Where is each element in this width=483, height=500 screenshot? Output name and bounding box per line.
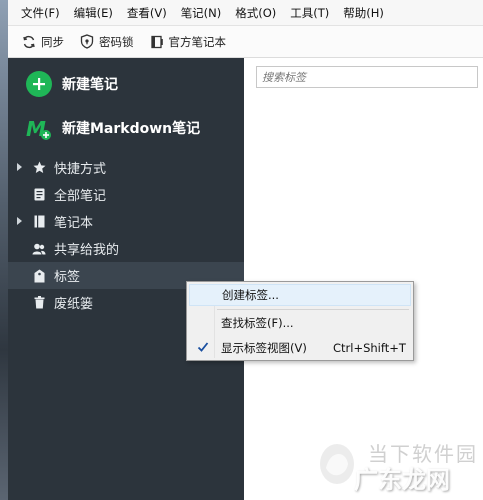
sidebar-item-label: 废纸篓 [54, 297, 94, 312]
official-notebook-button[interactable]: 官方笔记本 [144, 30, 233, 54]
notebook-icon [32, 215, 46, 229]
menu-view[interactable]: 查看(V) [120, 2, 174, 24]
notebook-icon [150, 35, 163, 48]
watermark-logo-icon [320, 444, 354, 484]
password-lock-label: 密码锁 [99, 34, 134, 49]
sidebar-item-label: 共享给我的 [54, 243, 120, 258]
context-menu-item-show-tag-view[interactable]: 显示标签视图(V) Ctrl+Shift+T [189, 337, 411, 359]
sync-label: 同步 [41, 34, 64, 49]
sidebar-item-shared[interactable]: 共享给我的 [8, 235, 244, 262]
menu-item-label: 查找标签(F)... [221, 316, 294, 330]
star-icon [32, 161, 46, 175]
app-window: 文件(F) 编辑(E) 查看(V) 笔记(N) 格式(O) 工具(T) 帮助(H… [8, 0, 483, 500]
password-lock-button[interactable]: 密码锁 [74, 30, 140, 54]
watermark: 当下软件园 广东龙网 [310, 436, 483, 496]
markdown-icon: M [26, 115, 52, 141]
note-icon [32, 188, 46, 202]
menu-bar: 文件(F) 编辑(E) 查看(V) 笔记(N) 格式(O) 工具(T) 帮助(H… [8, 0, 483, 26]
official-notebook-label: 官方笔记本 [168, 34, 227, 49]
people-icon [32, 242, 46, 256]
context-menu-item-create-tag[interactable]: 创建标签... [189, 284, 411, 306]
menu-separator [217, 309, 409, 310]
sidebar: 新建笔记 M 新建Markdown笔记 快捷方式 全部笔记 笔记本 共享给我的 … [8, 58, 244, 500]
expand-arrow-icon[interactable] [17, 217, 22, 225]
menu-item-shortcut: Ctrl+Shift+T [333, 341, 406, 355]
desktop-background [0, 0, 8, 500]
sidebar-item-shortcuts[interactable]: 快捷方式 [8, 154, 244, 181]
sync-button[interactable]: 同步 [16, 30, 70, 54]
trash-icon [32, 296, 46, 310]
menu-file[interactable]: 文件(F) [14, 2, 67, 24]
context-menu: 创建标签... 查找标签(F)... 显示标签视图(V) Ctrl+Shift+… [186, 281, 414, 361]
menu-tools[interactable]: 工具(T) [283, 2, 336, 24]
sidebar-item-label: 快捷方式 [54, 162, 107, 177]
new-markdown-button[interactable]: M 新建Markdown笔记 [26, 114, 200, 142]
shield-lock-icon [80, 34, 94, 49]
tag-search-input[interactable] [256, 66, 478, 88]
checkmark-icon [197, 342, 209, 352]
sidebar-item-notebooks[interactable]: 笔记本 [8, 208, 244, 235]
toolbar: 同步 密码锁 官方笔记本 [8, 26, 483, 58]
new-note-button[interactable]: 新建笔记 [26, 70, 118, 98]
tag-icon [32, 269, 46, 283]
new-note-label: 新建笔记 [62, 77, 118, 93]
sync-icon [23, 35, 35, 48]
expand-arrow-icon[interactable] [17, 163, 22, 171]
menu-help[interactable]: 帮助(H) [336, 2, 391, 24]
sidebar-item-label: 全部笔记 [54, 189, 107, 204]
menu-note[interactable]: 笔记(N) [174, 2, 229, 24]
watermark-bottom-text: 广东龙网 [354, 466, 450, 494]
menu-item-label: 创建标签... [222, 288, 279, 302]
new-markdown-label: 新建Markdown笔记 [62, 121, 201, 137]
menu-item-label: 显示标签视图(V) [221, 341, 307, 355]
sidebar-item-label: 笔记本 [54, 216, 94, 231]
plus-icon [26, 71, 52, 97]
menu-format[interactable]: 格式(O) [228, 2, 283, 24]
menu-edit[interactable]: 编辑(E) [67, 2, 120, 24]
context-menu-item-find-tag[interactable]: 查找标签(F)... [189, 312, 411, 334]
sidebar-item-all-notes[interactable]: 全部笔记 [8, 181, 244, 208]
sidebar-item-label: 标签 [54, 270, 81, 285]
